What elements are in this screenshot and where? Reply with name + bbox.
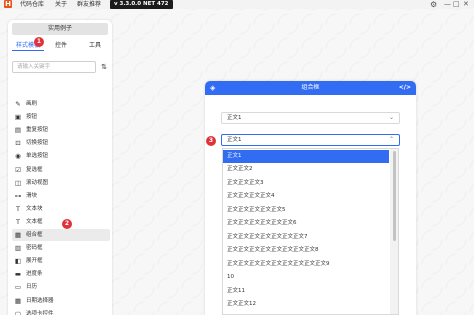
- dropdown-option[interactable]: 正文正文正文正文正文正文正文正文正文9: [223, 258, 389, 271]
- dropdown-option[interactable]: 正文正文正文正文正文5: [223, 204, 389, 217]
- menu-friends-recommend[interactable]: 群友推荐: [77, 0, 101, 9]
- step-badge-1: 1: [34, 37, 44, 47]
- layers-icon: ◈: [210, 84, 216, 92]
- dropdown-option[interactable]: 正文正文正文正文正文正文正文正文8: [223, 244, 389, 257]
- scrollviewer-icon: ◫: [14, 178, 22, 187]
- sidebar-item[interactable]: ◉ 单选按钮: [8, 150, 112, 162]
- sidebar-item[interactable]: ▭ 日历: [8, 281, 112, 293]
- sidebar-item-label: 选项卡控件: [26, 310, 54, 315]
- dropdown-option[interactable]: 正文正文12: [223, 298, 389, 311]
- sidebar-item[interactable]: ▢ 选项卡控件: [8, 308, 112, 315]
- sidebar-item[interactable]: ✎ 画刷: [8, 98, 112, 110]
- sidebar-item[interactable]: ⊡ 切换按钮: [8, 137, 112, 149]
- title-bar: H 代码仓库 关于 群友推荐 v 3.3.0.0 NET 472 ⚙ — □ ✕: [0, 0, 474, 9]
- textblock-icon: T: [16, 204, 20, 213]
- sidebar-item[interactable]: ◧ 展开框: [8, 255, 112, 267]
- sidebar-item-label: 画刷: [26, 101, 38, 107]
- sidebar-item-label: 重复按钮: [26, 127, 49, 134]
- progressbar-icon: ▬: [14, 270, 22, 279]
- close-icon[interactable]: ✕: [463, 0, 469, 9]
- tab-controls[interactable]: 控件: [50, 41, 72, 51]
- sidebar-item[interactable]: T 文本框: [8, 216, 112, 228]
- sort-icon[interactable]: ⇅: [99, 62, 109, 72]
- menu-code-repo[interactable]: 代码仓库: [20, 0, 44, 9]
- tab-tools[interactable]: 工具: [84, 41, 106, 51]
- sidebar-item[interactable]: T 文本块: [8, 203, 112, 215]
- sidebar-item[interactable]: ▬ 进度条: [8, 268, 112, 280]
- sidebar-item-label: 切换按钮: [26, 140, 49, 147]
- sidebar-item-label: 日历: [26, 284, 38, 291]
- sidebar-panel: 实用例子 样式模板 控件 工具 ⇅ ✎画刷▣按钮▤重复按钮⊡切换按钮◉单选按钮☑…: [8, 20, 112, 315]
- version-badge: v 3.3.0.0 NET 472: [110, 0, 173, 9]
- datepicker-icon: ▦: [14, 296, 22, 305]
- combobox-dropdown: 正文1 正文正文2 正文正文正文3 正文正文正文正文4 正文正文正文正文正文5 正文正文正…: [222, 148, 399, 315]
- combobox-1[interactable]: 正文1 ⌄: [221, 112, 400, 124]
- checkbox-icon: ☑: [15, 165, 21, 174]
- tabcontrol-icon: ▢: [14, 309, 22, 315]
- combobox-icon: ▦: [14, 231, 22, 239]
- button-icon: ▣: [14, 113, 22, 122]
- sidebar-item-label: 滑块: [26, 192, 38, 199]
- calendar-icon: ▭: [14, 283, 22, 292]
- sidebar-item-label: 单选按钮: [26, 153, 49, 160]
- dropdown-option[interactable]: 正文11: [223, 285, 389, 298]
- dropdown-option[interactable]: 正文正文正文3: [223, 177, 389, 190]
- combobox-1-value: 正文1: [227, 115, 242, 121]
- sidebar-item-label: 日期选择器: [26, 297, 54, 304]
- gear-icon[interactable]: ⚙: [430, 0, 437, 9]
- app-logo: H: [4, 0, 12, 8]
- search-box: [12, 61, 96, 73]
- dropdown-option[interactable]: 正文正文2: [223, 163, 389, 176]
- search-input[interactable]: [17, 62, 95, 72]
- sidebar-item-label: 复选框: [26, 166, 43, 173]
- sidebar-item-label: 滚动视图: [26, 179, 49, 186]
- sidebar-item-label: 进度条: [26, 271, 43, 278]
- step-badge-3: 3: [206, 136, 216, 146]
- sidebar-item-label: 组合框: [26, 232, 43, 238]
- minimize-icon[interactable]: —: [444, 0, 451, 9]
- passwordbox-icon: ▥: [14, 244, 22, 253]
- sidebar-item-label: 密码框: [26, 245, 43, 252]
- radio-button-icon: ◉: [15, 152, 21, 161]
- sidebar-title[interactable]: 实用例子: [12, 23, 108, 35]
- sidebar-item-label: 文本块: [26, 205, 43, 212]
- menu-about[interactable]: 关于: [55, 0, 67, 9]
- sidebar-item-label: 展开框: [26, 258, 43, 265]
- chevron-down-icon: ⌄: [388, 114, 394, 121]
- slider-icon: ⊶: [14, 191, 22, 200]
- repeat-button-icon: ▤: [14, 126, 22, 135]
- combobox-2[interactable]: 正文1 ⌃: [221, 134, 400, 146]
- maximize-icon[interactable]: □: [453, 0, 460, 9]
- sidebar-item[interactable]: ▦ 组合框: [12, 229, 110, 241]
- sidebar-item[interactable]: ⊶ 滑块: [8, 190, 112, 202]
- demo-header: ◈ 组合框 </>: [205, 81, 416, 95]
- combobox-2-value: 正文1: [227, 137, 242, 143]
- textbox-icon: T: [16, 217, 20, 226]
- chevron-up-icon: ⌃: [388, 136, 394, 143]
- sidebar-item-label: 文本框: [26, 218, 43, 225]
- sidebar-item[interactable]: ☑ 复选框: [8, 164, 112, 176]
- code-icon[interactable]: </>: [399, 81, 411, 95]
- demo-title: 组合框: [301, 84, 320, 91]
- expander-icon: ◧: [14, 257, 22, 266]
- toggle-button-icon: ⊡: [15, 139, 21, 148]
- dropdown-option[interactable]: 10: [223, 271, 389, 284]
- sidebar-item[interactable]: ▥ 密码框: [8, 242, 112, 254]
- sidebar-item[interactable]: ▤ 重复按钮: [8, 124, 112, 136]
- sidebar-item[interactable]: ▣ 按钮: [8, 111, 112, 123]
- sidebar-item-label: 按钮: [26, 114, 38, 121]
- dropdown-option[interactable]: 正文正文正文正文4: [223, 190, 389, 203]
- scrollbar-thumb[interactable]: [393, 151, 396, 241]
- sidebar-item[interactable]: ▦ 日期选择器: [8, 295, 112, 307]
- dropdown-option[interactable]: 正文正文正文正文正文正文正文7: [223, 231, 389, 244]
- dropdown-option[interactable]: 正文1: [223, 150, 389, 164]
- step-badge-2: 2: [62, 219, 72, 229]
- dropdown-option[interactable]: 正文正文正文正文正文正文6: [223, 217, 389, 230]
- sidebar-item[interactable]: ◫ 滚动视图: [8, 177, 112, 189]
- dropdown-scrollbar[interactable]: [390, 149, 398, 314]
- brush-icon: ✎: [15, 100, 21, 108]
